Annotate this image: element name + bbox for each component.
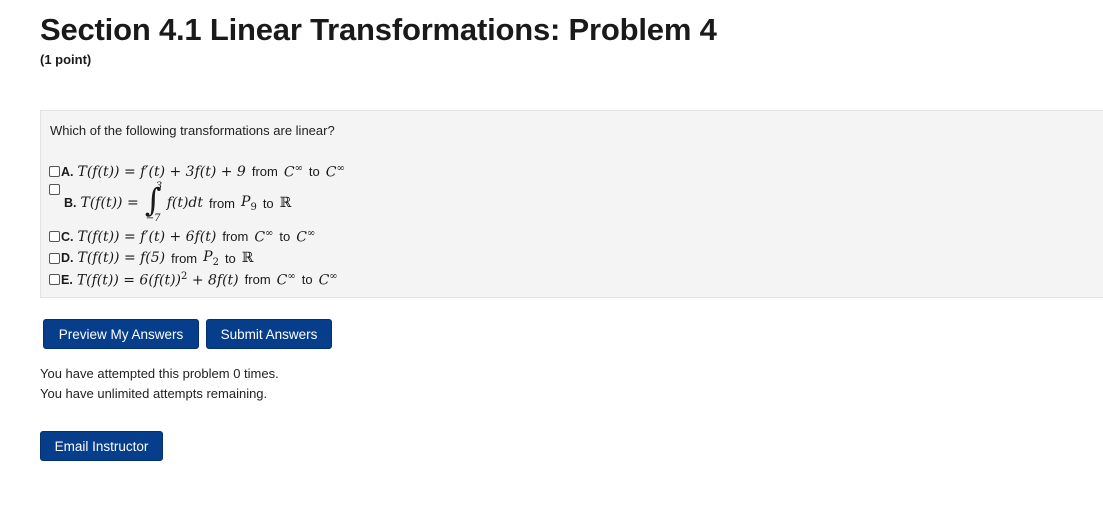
- choice-letter: C.: [61, 229, 74, 244]
- email-instructor-button[interactable]: Email Instructor: [40, 431, 163, 461]
- checkbox-e[interactable]: [49, 274, 60, 286]
- codomain-space: C∞: [325, 163, 345, 181]
- attempts-status: You have attempted this problem 0 times.: [40, 366, 279, 381]
- question-text: Which of the following transformations a…: [50, 123, 335, 138]
- choice-c: C. T(f(t)) = f′(t) + 6f(t) from C∞ to C∞: [49, 228, 315, 246]
- choice-formula: T(f(t)) = f(5): [77, 250, 166, 267]
- checkbox-a[interactable]: [49, 166, 60, 178]
- integral-sign: ∫ 3 −7: [144, 181, 163, 224]
- codomain-space: C∞: [296, 228, 316, 246]
- submit-answers-button[interactable]: Submit Answers: [206, 319, 332, 349]
- to-label: to: [224, 250, 236, 266]
- choice-letter: E.: [61, 272, 73, 287]
- choice-d: D. T(f(t)) = f(5) from P2 to ℝ: [49, 249, 253, 268]
- domain-space: C∞: [254, 228, 274, 246]
- to-label: to: [301, 272, 313, 288]
- choice-formula: T(f(t)) = f′(t) + 6f(t): [77, 228, 217, 245]
- checkbox-b[interactable]: [49, 184, 60, 195]
- choice-letter: D.: [61, 251, 74, 266]
- from-label: from: [251, 164, 278, 180]
- choice-e: E. T(f(t)) = 6(f(t))2 + 8f(t) from C∞ to…: [49, 271, 338, 289]
- to-label: to: [262, 195, 274, 211]
- from-label: from: [244, 272, 271, 288]
- checkbox-c[interactable]: [49, 231, 60, 243]
- choice-formula: T(f(t)) = 6(f(t))2 + 8f(t): [76, 271, 239, 289]
- page-title: Section 4.1 Linear Transformations: Prob…: [40, 12, 717, 47]
- domain-space: C∞: [283, 163, 303, 181]
- from-label: from: [171, 250, 198, 266]
- attempts-remaining: You have unlimited attempts remaining.: [40, 386, 268, 401]
- choice-letter: B.: [64, 196, 77, 210]
- codomain-space: ℝ: [241, 250, 254, 267]
- point-value: (1 point): [40, 52, 92, 67]
- from-label: from: [222, 229, 249, 245]
- checkbox-d[interactable]: [49, 252, 60, 264]
- problem-box: Which of the following transformations a…: [40, 110, 1103, 298]
- codomain-space: C∞: [318, 271, 338, 289]
- choice-letter: A.: [61, 164, 74, 179]
- preview-answers-button[interactable]: Preview My Answers: [43, 319, 199, 349]
- choice-formula: T(f(t)) = f′(t) + 3f(t) + 9: [77, 163, 246, 180]
- domain-space: C∞: [276, 271, 296, 289]
- to-label: to: [279, 229, 291, 245]
- domain-space: P2: [203, 249, 219, 268]
- codomain-space: ℝ: [279, 195, 292, 211]
- choice-a: A. T(f(t)) = f′(t) + 3f(t) + 9 from C∞ t…: [49, 163, 345, 181]
- choice-b: B. T(f(t)) = ∫ 3 −7 f(t)dt from P9 to ℝ: [64, 181, 292, 224]
- choice-formula: T(f(t)) =: [80, 195, 139, 211]
- integrand: f(t)dt: [166, 195, 204, 211]
- from-label: from: [209, 195, 236, 211]
- to-label: to: [308, 164, 320, 180]
- domain-space: P9: [241, 193, 257, 213]
